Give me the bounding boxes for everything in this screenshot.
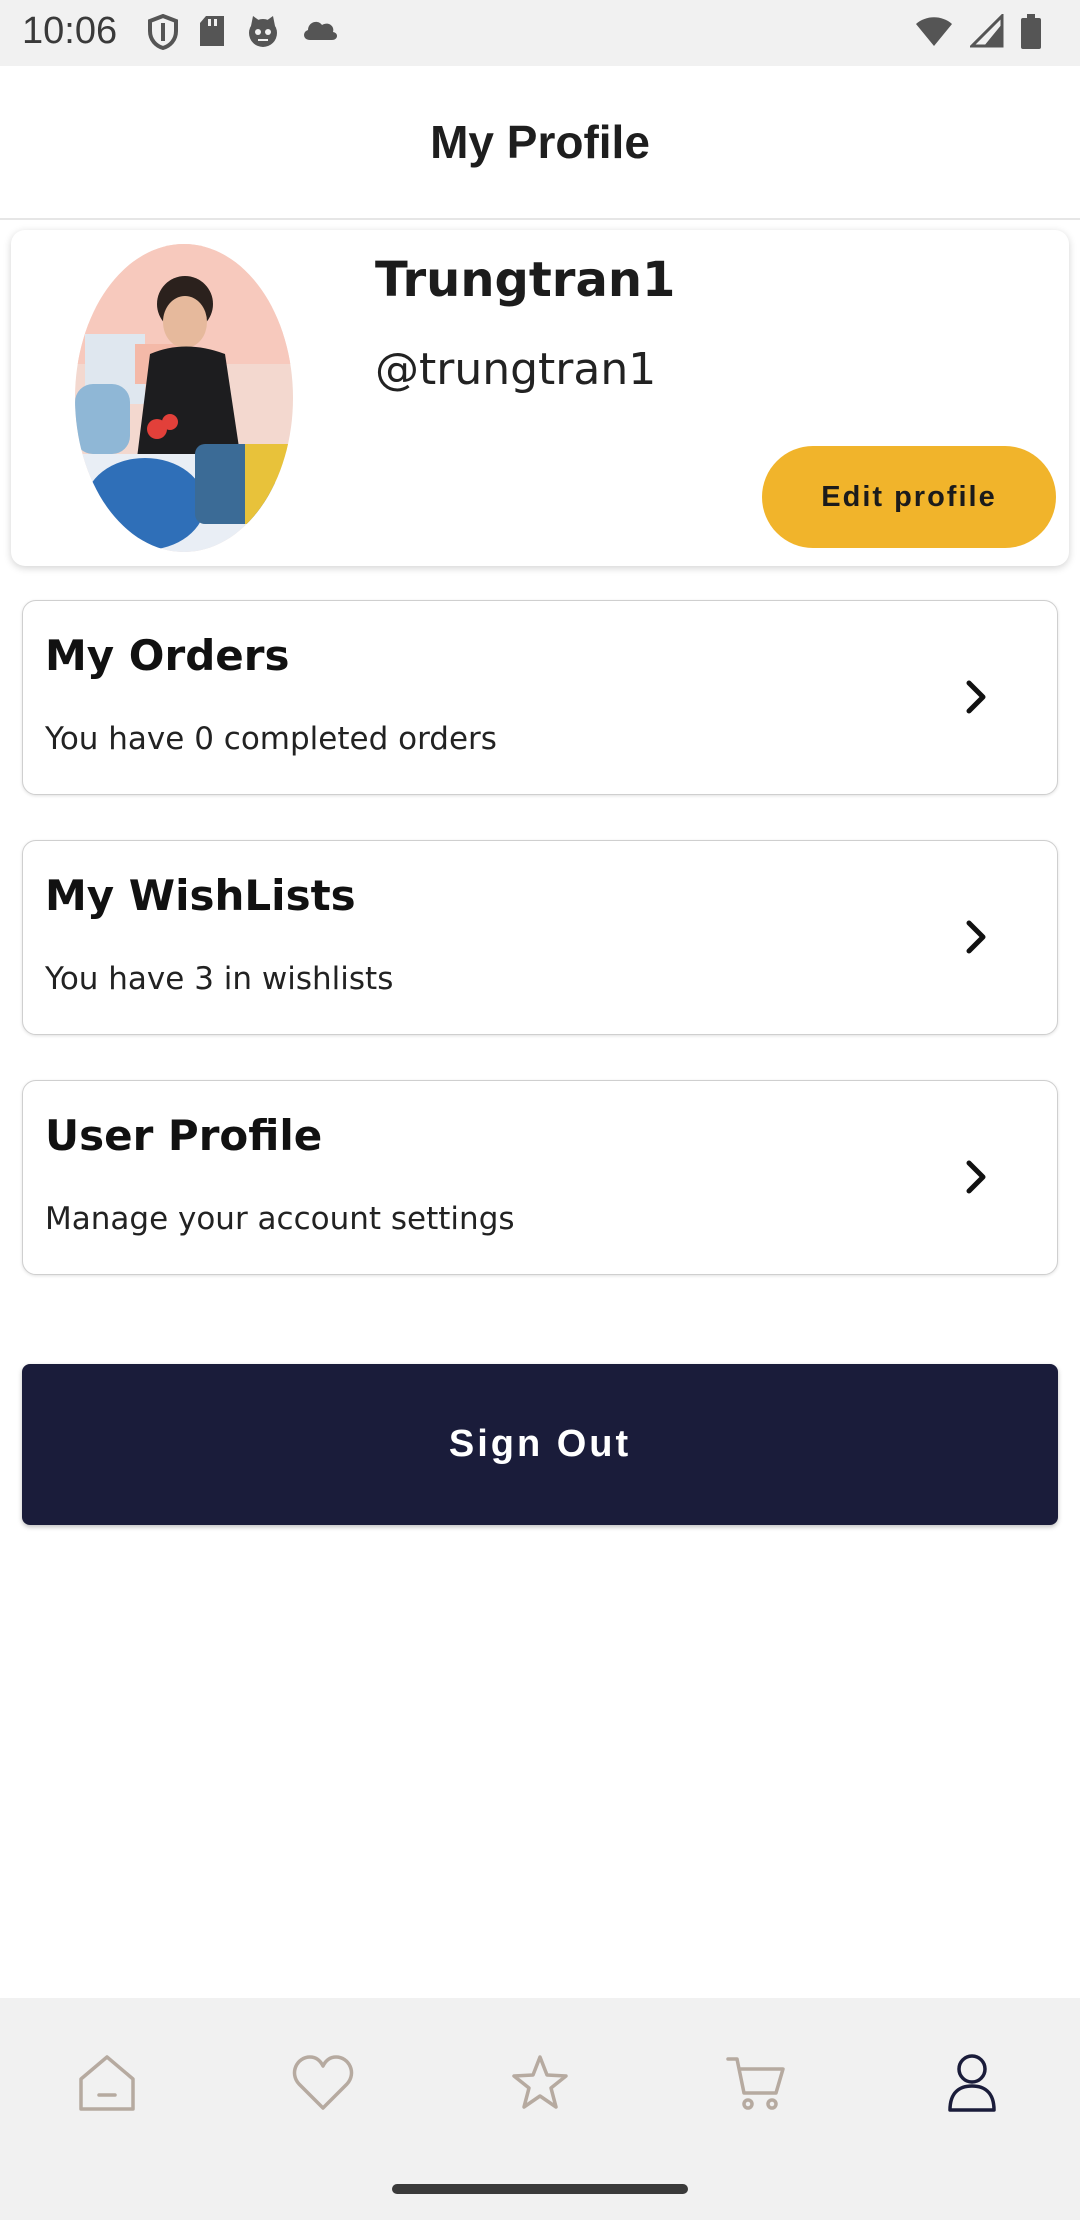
star-icon[interactable]	[505, 2048, 575, 2118]
status-icons-left	[148, 14, 340, 50]
menu-item-title: My Orders	[45, 631, 290, 680]
menu-item-subtitle: You have 3 in wishlists	[45, 961, 394, 997]
avatar	[75, 244, 293, 552]
home-indicator[interactable]	[392, 2184, 688, 2194]
status-time: 10:06	[22, 10, 118, 52]
username: @trungtran1	[375, 344, 657, 395]
menu-item-wishlists[interactable]: My WishLists You have 3 in wishlists	[22, 840, 1058, 1035]
menu-item-user-profile[interactable]: User Profile Manage your account setting…	[22, 1080, 1058, 1275]
shield-icon	[148, 14, 178, 50]
wifi-icon	[914, 14, 954, 50]
home-icon[interactable]	[72, 2048, 142, 2118]
status-bar: 10:06	[0, 0, 1080, 66]
chevron-right-icon	[965, 679, 989, 719]
cellular-signal-icon	[970, 14, 1004, 50]
page-title: My Profile	[430, 116, 650, 168]
heart-icon[interactable]	[288, 2048, 358, 2118]
menu-item-subtitle: You have 0 completed orders	[45, 721, 497, 757]
sd-card-icon	[198, 14, 226, 50]
menu-item-subtitle: Manage your account settings	[45, 1201, 515, 1237]
menu-item-title: User Profile	[45, 1111, 323, 1160]
profile-card: Trungtran1 @trungtran1 Edit profile	[11, 230, 1069, 566]
cart-icon[interactable]	[722, 2048, 792, 2118]
menu-item-title: My WishLists	[45, 871, 356, 920]
chevron-right-icon	[965, 1159, 989, 1199]
chevron-right-icon	[965, 919, 989, 959]
edit-profile-button[interactable]: Edit profile	[762, 446, 1056, 548]
display-name: Trungtran1	[375, 252, 676, 308]
cat-face-icon	[246, 14, 280, 50]
sign-out-button[interactable]: Sign Out	[22, 1364, 1058, 1525]
cloud-icon	[300, 14, 340, 50]
person-icon[interactable]	[937, 2048, 1007, 2118]
menu-item-orders[interactable]: My Orders You have 0 completed orders	[22, 600, 1058, 795]
battery-icon	[1020, 14, 1042, 50]
app-bar: My Profile	[0, 66, 1080, 220]
status-icons-right	[914, 14, 1042, 50]
bottom-nav	[0, 1998, 1080, 2220]
